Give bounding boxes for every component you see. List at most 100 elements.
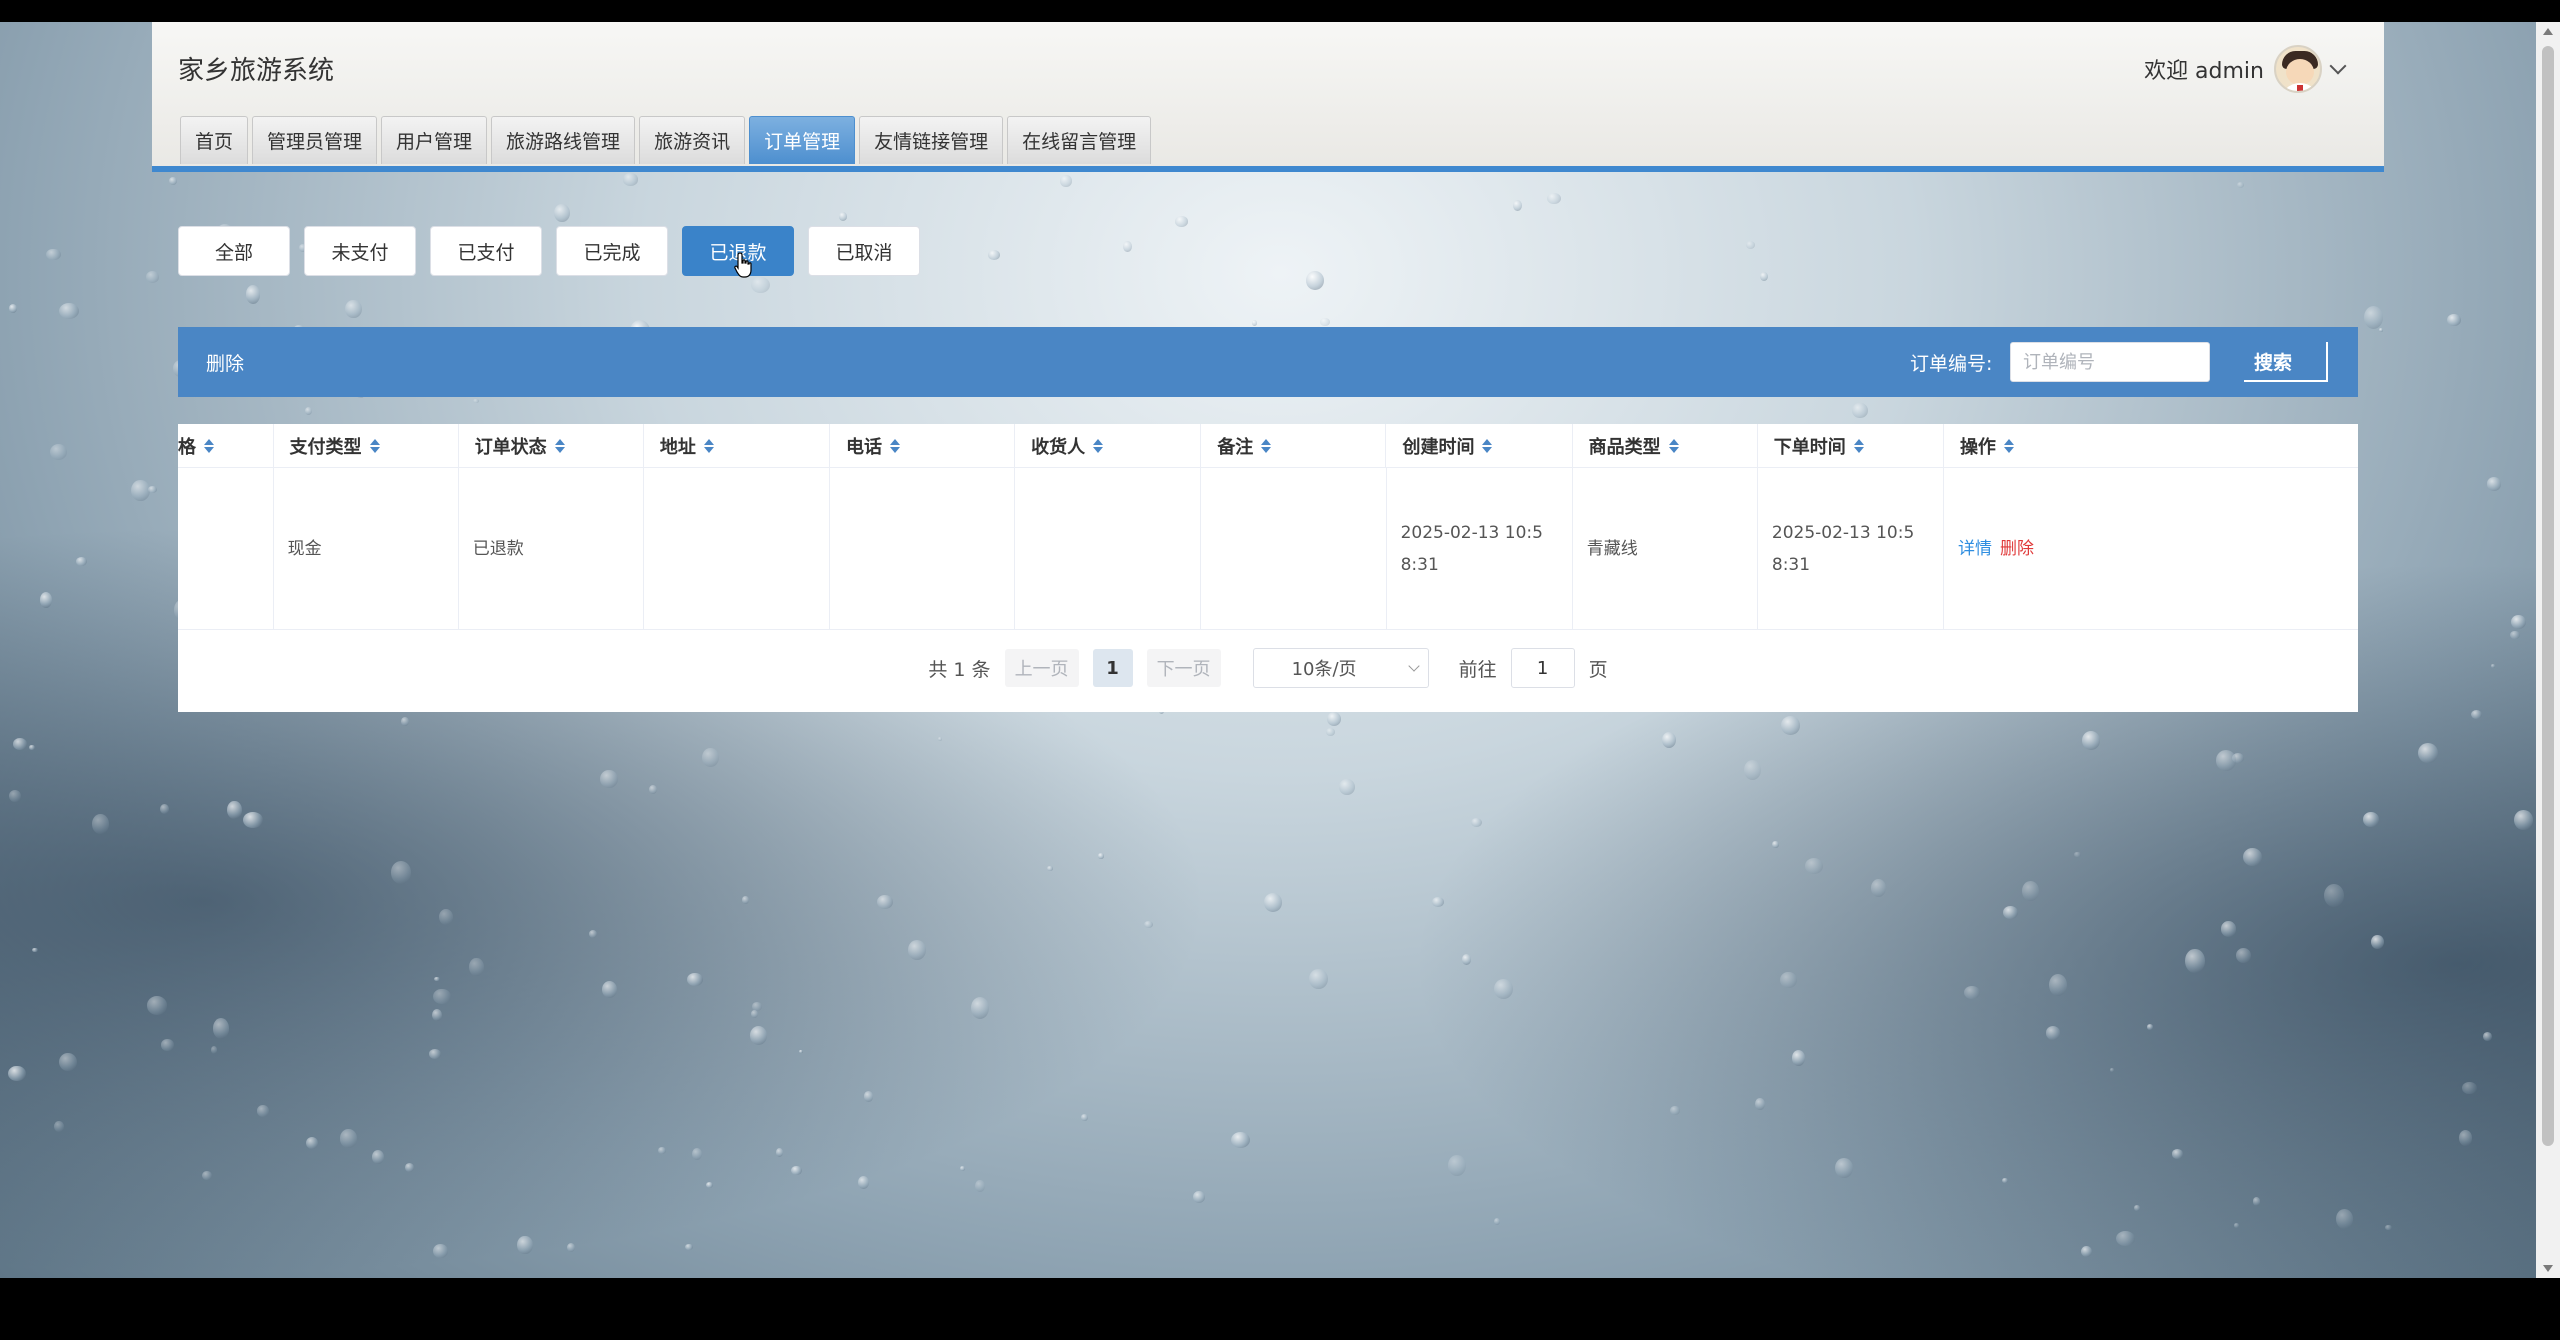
raindrop [147,485,157,494]
raindrop [32,947,38,953]
raindrop [1493,979,1513,1000]
raindrop [701,747,719,768]
raindrop [2242,847,2262,866]
tab-user-management[interactable]: 用户管理 [381,116,488,164]
tab-admin-management[interactable]: 管理员管理 [252,116,378,164]
raindrop [2335,1209,2353,1230]
raindrop [305,1136,318,1150]
tab-link-management[interactable]: 友情链接管理 [859,116,1004,164]
search-button[interactable]: 搜索 [2244,342,2328,382]
column-header-payment-type[interactable]: 支付类型 [274,424,459,468]
raindrop [686,972,703,987]
table-toolbar: 删除 订单编号: 搜索 [178,327,2358,397]
tab-home[interactable]: 首页 [180,116,249,164]
chevron-down-icon [1407,660,1420,672]
row-delete-link[interactable]: 删除 [2000,533,2034,565]
scroll-up-icon[interactable] [2543,28,2553,35]
batch-delete-button[interactable]: 删除 [206,349,244,376]
raindrop [168,176,177,186]
raindrop [1431,897,1444,907]
sort-icon [1668,439,1679,453]
raindrop [159,803,169,814]
raindrop [2378,328,2384,332]
raindrop [2234,1223,2240,1228]
raindrop [1047,866,1053,871]
scroll-down-icon[interactable] [2543,1265,2553,1272]
raindrop [1326,712,1342,727]
filter-paid-button[interactable]: 已支付 [430,226,542,276]
column-header-ordered[interactable]: 下单时间 [1758,424,1944,468]
goto-page-input[interactable] [1510,648,1575,688]
page-number[interactable]: 1 [1092,649,1133,687]
raindrop [54,1120,64,1132]
column-header-actions[interactable]: 操作 [1944,424,2358,468]
goto-label: 前往 [1458,658,1497,681]
raindrop [1870,879,1886,898]
raindrop [1745,241,1755,250]
filter-unpaid-button[interactable]: 未支付 [304,226,416,276]
page-size-value: 10条/页 [1291,659,1357,680]
chevron-down-icon[interactable] [2329,57,2347,75]
filter-completed-button[interactable]: 已完成 [556,226,668,276]
raindrop [91,814,109,834]
filter-all-button[interactable]: 全部 [178,226,290,276]
column-header-status[interactable]: 订单状态 [459,424,644,468]
raindrop [434,976,440,982]
raindrop [959,1165,965,1171]
raindrop [29,744,35,750]
raindrop [1325,728,1335,737]
column-header[interactable]: 格 [178,424,274,468]
page-suffix: 页 [1588,658,1608,681]
raindrop [2235,947,2252,963]
raindrop [975,1180,985,1193]
app-header: 家乡旅游系统 欢迎 admin 首页 管理员管理 用户管理 旅游路线管理 旅游资… [152,22,2384,172]
raindrop [1760,271,1768,281]
raindrop [431,1009,443,1022]
detail-link[interactable]: 详情 [1958,533,1992,565]
tab-travel-news[interactable]: 旅游资讯 [639,116,746,164]
raindrop [988,250,1001,261]
scrollbar-thumb[interactable] [2542,46,2554,1146]
raindrop [1834,1157,1853,1179]
raindrop [623,173,639,186]
raindrop [685,1243,693,1251]
raindrop [2049,973,2067,996]
raindrop [2115,1230,2135,1246]
raindrop [2215,750,2236,771]
column-header-address[interactable]: 地址 [644,424,830,468]
raindrop [2021,880,2039,901]
raindrop [599,769,618,789]
sort-icon [890,439,900,453]
page-size-select[interactable]: 10条/页 [1252,648,1429,688]
cell-actions: 详情 删除 [1944,468,2358,630]
column-header-remark[interactable]: 备注 [1201,424,1387,468]
tab-message-management[interactable]: 在线留言管理 [1007,116,1152,164]
column-header-consignee[interactable]: 收货人 [1015,424,1202,468]
tab-order-management[interactable]: 订单管理 [749,116,856,164]
tab-route-management[interactable]: 旅游路线管理 [491,116,636,164]
vertical-scrollbar[interactable] [2536,22,2560,1278]
raindrop [907,939,926,961]
raindrop [2490,664,2496,669]
raindrop [160,1038,175,1051]
raindrop [1230,1131,1251,1149]
raindrop [588,930,598,939]
column-header-phone[interactable]: 电话 [830,424,1016,468]
raindrop [1547,192,1561,204]
filter-cancelled-button[interactable]: 已取消 [808,226,920,276]
raindrop [517,1236,533,1255]
cell-ordered: 2025-02-13 10:58:31 [1758,468,1945,630]
prev-page-button[interactable]: 上一页 [1004,649,1079,687]
raindrop [567,1243,576,1253]
raindrop [1804,857,1824,874]
order-number-input[interactable] [2010,342,2210,382]
next-page-button[interactable]: 下一页 [1146,649,1221,687]
column-header-goods-type[interactable]: 商品类型 [1573,424,1758,468]
avatar[interactable] [2274,45,2322,93]
raindrop [1306,271,1324,291]
raindrop [877,894,894,910]
raindrop [2185,948,2205,974]
column-header-created[interactable]: 创建时间 [1386,424,1573,468]
user-menu[interactable]: 欢迎 admin [2144,44,2347,94]
welcome-text: 欢迎 admin [2144,59,2264,84]
